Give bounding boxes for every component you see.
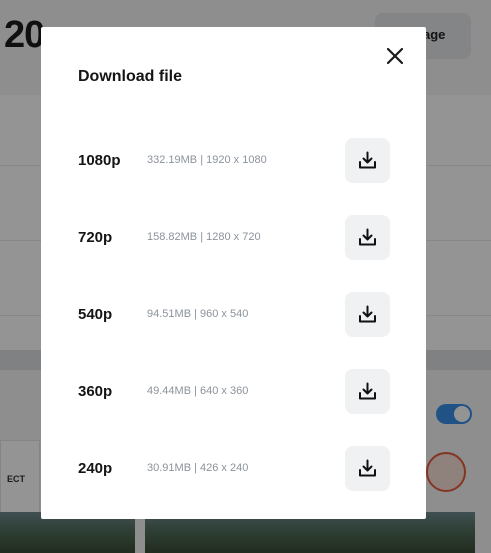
file-size: 49.44MB (147, 385, 192, 397)
download-option-720p: 720p 158.82MB | 1280 x 720 (41, 215, 426, 261)
file-meta: 49.44MB | 640 x 360 (147, 385, 249, 397)
download-option-360p: 360p 49.44MB | 640 x 360 (41, 369, 426, 415)
file-size: 158.82MB (147, 231, 198, 243)
file-dimensions: 1920 x 1080 (206, 154, 267, 166)
close-icon (386, 47, 404, 65)
download-icon (359, 382, 376, 400)
resolution-label: 360p (78, 383, 113, 400)
resolution-label: 1080p (78, 152, 121, 169)
file-size: 30.91MB (147, 462, 192, 474)
file-dimensions: 960 x 540 (200, 308, 249, 320)
resolution-label: 540p (78, 306, 113, 323)
file-size: 94.51MB (147, 308, 192, 320)
download-icon (359, 459, 376, 477)
close-button[interactable] (380, 41, 410, 71)
download-modal: Download file 1080p 332.19MB | 1920 x 10… (41, 27, 426, 519)
file-dimensions: 426 x 240 (200, 462, 249, 474)
download-button[interactable] (345, 138, 390, 183)
download-icon (359, 228, 376, 246)
file-meta: 94.51MB | 960 x 540 (147, 308, 249, 320)
file-meta: 332.19MB | 1920 x 1080 (147, 154, 267, 166)
download-button[interactable] (345, 215, 390, 260)
download-option-540p: 540p 94.51MB | 960 x 540 (41, 292, 426, 338)
download-icon (359, 151, 376, 169)
file-dimensions: 640 x 360 (200, 385, 249, 397)
download-button[interactable] (345, 446, 390, 491)
file-dimensions: 1280 x 720 (206, 231, 261, 243)
download-icon (359, 305, 376, 323)
download-option-240p: 240p 30.91MB | 426 x 240 (41, 446, 426, 492)
file-meta: 30.91MB | 426 x 240 (147, 462, 249, 474)
download-option-1080p: 1080p 332.19MB | 1920 x 1080 (41, 138, 426, 184)
file-size: 332.19MB (147, 154, 198, 166)
file-meta: 158.82MB | 1280 x 720 (147, 231, 261, 243)
download-button[interactable] (345, 369, 390, 414)
resolution-label: 720p (78, 229, 113, 246)
resolution-label: 240p (78, 460, 113, 477)
download-button[interactable] (345, 292, 390, 337)
modal-title: Download file (78, 68, 182, 85)
